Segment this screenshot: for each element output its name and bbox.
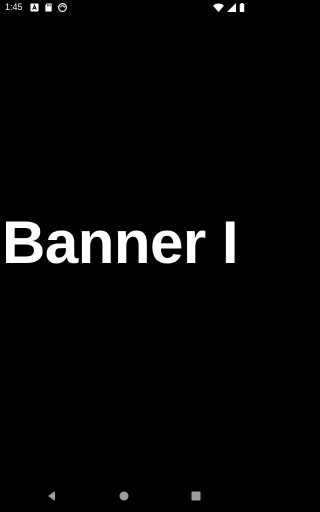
wifi-icon bbox=[213, 2, 224, 12]
status-system-icons bbox=[213, 2, 245, 12]
banner-text: Banner I bbox=[2, 209, 239, 276]
navigation-bar bbox=[0, 480, 249, 512]
app-screen: 1:45 Banner I bbox=[0, 0, 249, 512]
home-icon[interactable] bbox=[117, 489, 131, 503]
status-time: 1:45 bbox=[5, 2, 23, 12]
banner: Banner I bbox=[0, 205, 249, 285]
status-bar: 1:45 bbox=[0, 0, 249, 14]
back-icon[interactable] bbox=[45, 489, 59, 503]
status-notification-icons bbox=[30, 2, 67, 12]
recents-icon[interactable] bbox=[189, 489, 203, 503]
battery-icon bbox=[239, 2, 245, 12]
sd-card-icon bbox=[45, 2, 52, 12]
sync-icon bbox=[58, 2, 67, 12]
notification-a-icon bbox=[30, 2, 39, 12]
cell-signal-icon bbox=[227, 2, 236, 12]
